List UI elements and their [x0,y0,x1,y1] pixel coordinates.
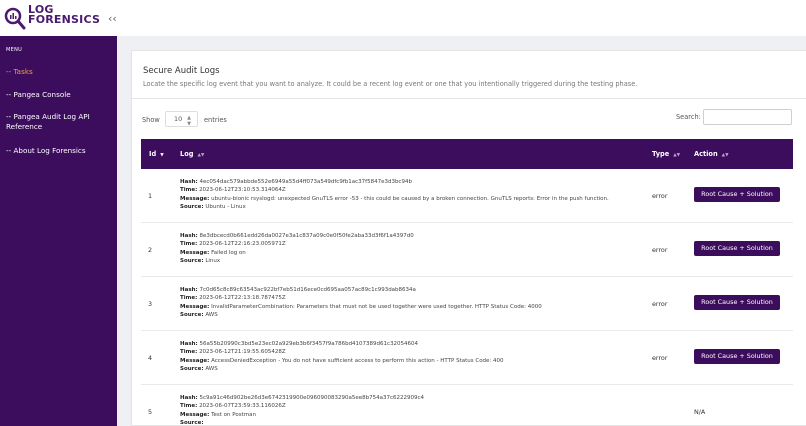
sidebar: MENU -- Tasks -- Pangea Console -- Pange… [0,36,117,426]
page-title: Secure Audit Logs [143,66,220,76]
log-time: 2023-06-12T21:19:55.605428Z [199,349,286,356]
log-message: AccessDeniedException - You do not have … [211,357,504,364]
entries-label: entries [204,116,227,124]
hash-label: Hash: [180,395,198,401]
log-entry: Hash: 5c9a91c46d902be26d3e6742319900e096… [180,394,640,426]
log-time: 2023-06-12T23:10:53.314064Z [199,187,286,194]
row-id: 2 [148,246,153,254]
time-label: Time: [180,187,198,194]
menu-title: MENU [6,47,23,53]
source-label: Source: [180,203,204,210]
action-not-available: N/A [694,408,706,416]
log-hash: 4ec054dac579abbde552e6949a55d4ff073a549d… [199,179,412,185]
column-header-log[interactable]: Log ▲▼ [180,150,204,158]
page-size-value: 10 [174,115,183,123]
sidebar-item-tasks[interactable]: -- Tasks [6,67,114,77]
log-source: AWS [205,311,218,318]
log-message: Failed log on [211,249,246,256]
column-header-action[interactable]: Action ▲▼ [694,150,729,158]
page-size-select[interactable]: 10 ▲ ▼ [165,111,198,127]
log-type: error [652,354,668,362]
top-bar: LOG FORENSICS ‹‹ [0,0,806,36]
time-label: Time: [180,403,198,410]
log-message: Test on Postman [211,411,256,418]
show-label: Show [142,116,160,124]
log-time: 2023-06-07T23:59:33.116026Z [199,403,286,410]
log-hash: 5c9a91c46d902be26d3e6742319900e096090083… [199,395,425,401]
column-header-type-label: Type [652,150,670,158]
audit-logs-card: Secure Audit Logs Locate the specific lo… [131,50,806,426]
table-row: 5 Hash: 5c9a91c46d902be26d3e6742319900e0… [141,385,793,426]
table-row: 3 Hash: 7c0d65c8c89c63543ac922bf7eb51d16… [141,277,793,331]
sort-icon: ▲▼ [721,153,729,158]
source-label: Source: [180,365,204,372]
log-message: InvalidParameterCombination: Parameters … [211,303,542,310]
row-id: 3 [148,300,153,308]
log-entry: Hash: 7c0d65c8c89c63543ac922bf7eb51d16ec… [180,286,640,319]
log-source: Linux [205,257,221,264]
source-label: Source: [180,257,204,264]
sort-desc-icon: ▼ [160,153,164,158]
table-header: Id ▼ Log ▲▼ Type ▲▼ Action ▲▼ [141,139,793,169]
log-type: error [652,246,668,254]
page-subtitle: Locate the specific log event that you w… [143,80,638,88]
column-header-type[interactable]: Type ▲▼ [652,150,680,158]
root-cause-solution-button[interactable]: Root Cause + Solution [694,187,780,202]
sidebar-item-pangea-console[interactable]: -- Pangea Console [6,90,114,100]
sort-icon: ▲▼ [197,153,205,158]
row-id: 5 [148,408,153,416]
log-entry: Hash: 8e3dbcecd0b661edd26da0027e3a1c837a… [180,232,640,265]
magnifier-logo-icon [4,7,26,30]
table-row: 2 Hash: 8e3dbcecd0b661edd26da0027e3a1c83… [141,223,793,277]
source-label: Source: [180,419,204,426]
sort-icon: ▲▼ [673,153,681,158]
column-header-id-label: Id [149,150,157,158]
logo-wordmark: LOG FORENSICS [28,4,101,26]
log-source: AWS [205,365,218,372]
search-input[interactable] [703,109,792,125]
hash-label: Hash: [180,341,198,347]
log-type: error [652,192,668,200]
log-message: ubuntu-bionic rsyslogd: unexpected GnuTL… [211,195,609,202]
table-row: 1 Hash: 4ec054dac579abbde552e6949a55d4ff… [141,169,793,223]
collapse-sidebar-icon[interactable]: ‹‹ [108,12,117,25]
log-type: error [652,300,668,308]
logo-line2: FORENSICS [28,13,101,26]
log-time: 2023-06-12T22:13:18.787475Z [199,295,286,302]
hash-label: Hash: [180,179,198,185]
source-label: Source: [180,311,204,318]
chevron-updown-icon: ▲ ▼ [187,115,191,127]
log-entry: Hash: 4ec054dac579abbde552e6949a55d4ff07… [180,178,640,211]
hash-label: Hash: [180,233,198,239]
hash-label: Hash: [180,287,198,293]
message-label: Message: [180,411,210,418]
table-row: 4 Hash: 56a55b20990c3bd5e23ec02a929eb3b6… [141,331,793,385]
time-label: Time: [180,349,198,356]
column-header-action-label: Action [694,150,718,158]
time-label: Time: [180,295,198,302]
message-label: Message: [180,249,210,256]
root-cause-solution-button[interactable]: Root Cause + Solution [694,349,780,364]
column-header-id[interactable]: Id ▼ [149,150,164,158]
row-id: 4 [148,354,153,362]
message-label: Message: [180,195,210,202]
log-hash: 7c0d65c8c89c63543ac922bf7eb51d16ece0cd69… [199,287,416,293]
row-id: 1 [148,192,153,200]
root-cause-solution-button[interactable]: Root Cause + Solution [694,241,780,256]
sidebar-item-about[interactable]: -- About Log Forensics [6,146,114,156]
divider [132,98,806,99]
log-time: 2023-06-12T22:16:23.005971Z [199,241,286,248]
log-hash: 56a55b20990c3bd5e23ec02a929eb3b6f3457f9a… [199,341,419,347]
app-logo[interactable]: LOG FORENSICS [4,4,114,33]
search-label: Search: [676,113,701,121]
message-label: Message: [180,303,210,310]
log-entry: Hash: 56a55b20990c3bd5e23ec02a929eb3b6f3… [180,340,640,373]
log-source: Ubuntu - Linux [205,203,246,210]
sidebar-item-api-reference[interactable]: -- Pangea Audit Log API Reference [6,112,114,132]
time-label: Time: [180,241,198,248]
message-label: Message: [180,357,210,364]
root-cause-solution-button[interactable]: Root Cause + Solution [694,295,780,310]
log-hash: 8e3dbcecd0b661edd26da0027e3a1c837a09c0e0… [199,233,414,239]
column-header-log-label: Log [180,150,194,158]
